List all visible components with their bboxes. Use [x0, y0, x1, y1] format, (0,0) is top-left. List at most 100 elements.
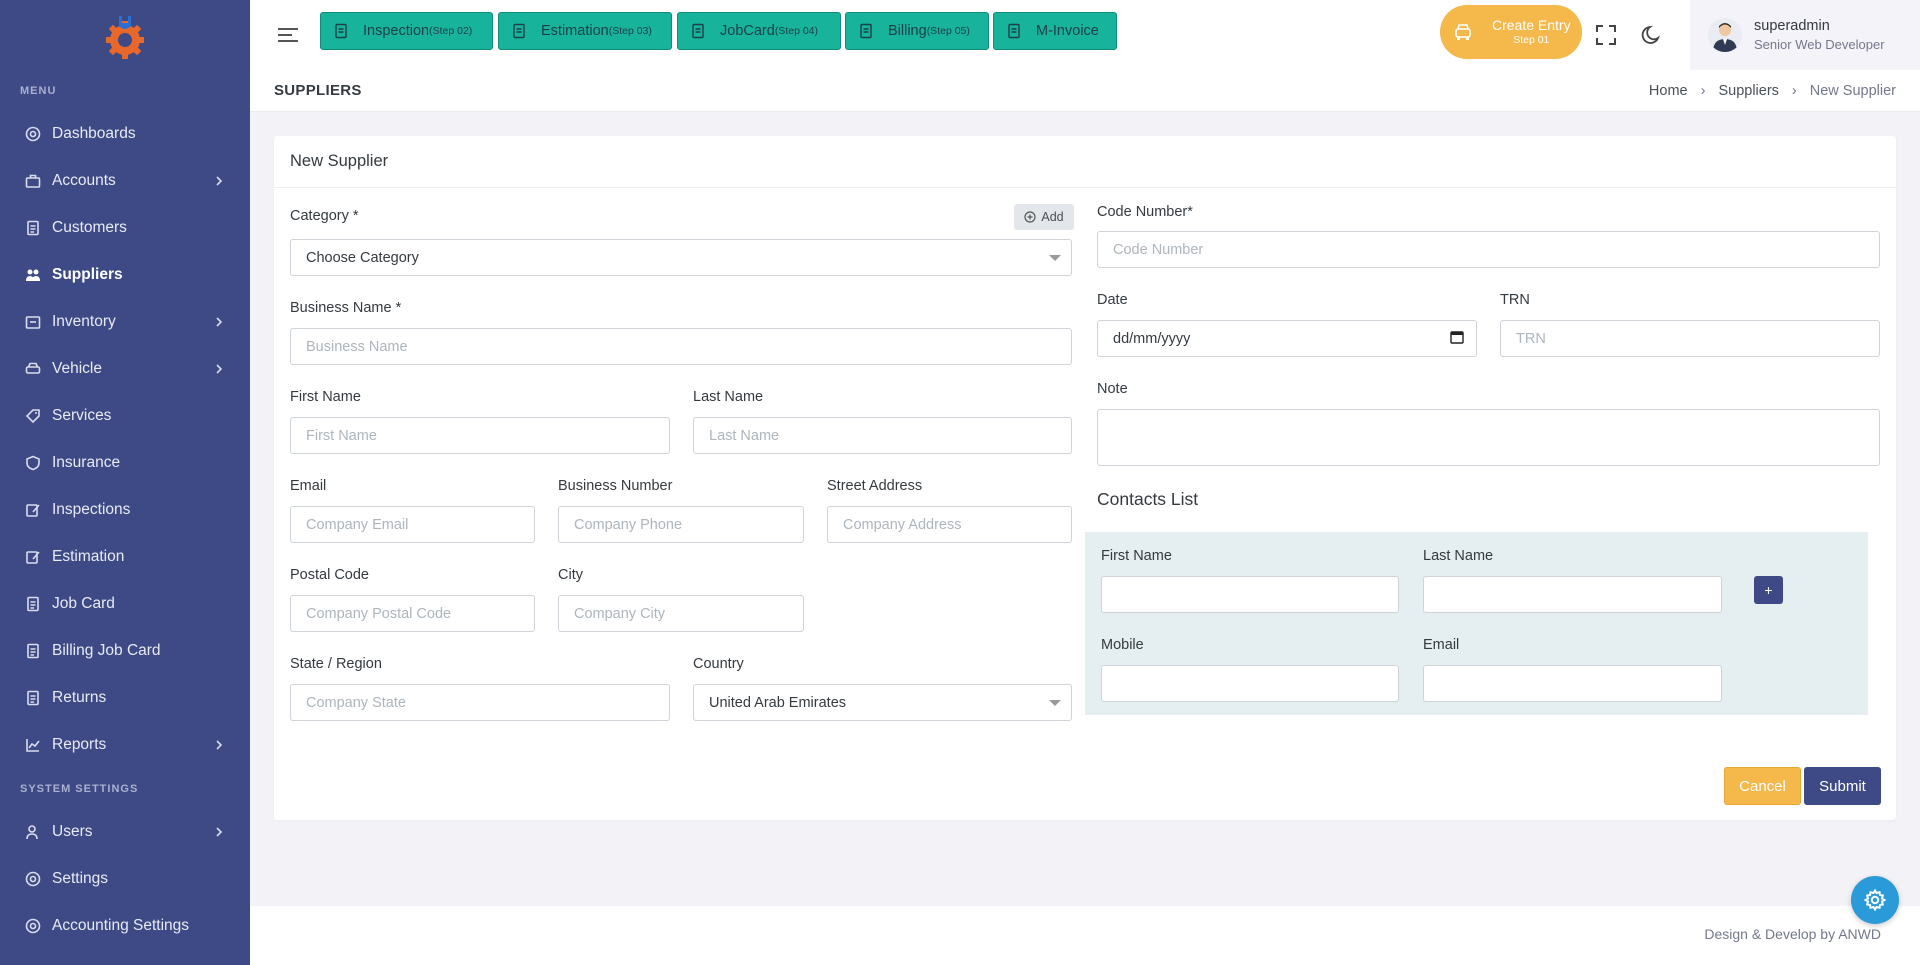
contact-first-name-input[interactable] [1101, 576, 1399, 613]
step-button-inspection[interactable]: Inspection (Step 02) [320, 12, 493, 50]
add-category-label: Add [1041, 210, 1064, 224]
breadcrumb-separator-icon: › [1700, 82, 1706, 99]
city-input[interactable]: Company City [558, 595, 804, 632]
note-label: Note [1097, 381, 1128, 397]
code-number-input[interactable]: Code Number [1097, 231, 1880, 268]
submit-button[interactable]: Submit [1804, 767, 1881, 805]
category-select[interactable]: Choose Category [290, 239, 1072, 276]
business-number-label: Business Number [558, 478, 673, 494]
menu-toggle-button[interactable] [276, 22, 302, 48]
sidebar-item-accounting-settings[interactable]: Accounting Settings [0, 902, 250, 949]
business-name-input[interactable]: Business Name [290, 328, 1072, 365]
step-button-label: M-Invoice [1036, 23, 1099, 39]
contact-email-input[interactable] [1423, 665, 1722, 702]
add-category-button[interactable]: Add [1014, 204, 1074, 230]
last-name-input[interactable]: Last Name [693, 417, 1072, 454]
sidebar-item-label: Settings [52, 869, 109, 887]
sidebar-item-vehicle[interactable]: Vehicle [0, 345, 250, 392]
trn-input[interactable]: TRN [1500, 320, 1880, 357]
code-number-label: Code Number* [1097, 204, 1193, 220]
contact-mobile-input[interactable] [1101, 665, 1399, 702]
tag-icon [24, 407, 42, 425]
shield-icon [24, 454, 42, 472]
postal-code-input[interactable]: Company Postal Code [290, 595, 535, 632]
sidebar-item-label: Vehicle [52, 359, 102, 377]
step-button-sub: (Step 03) [608, 25, 652, 37]
sidebar-item-label: Returns [52, 688, 107, 706]
hamburger-icon [278, 28, 298, 42]
step-button-billing[interactable]: Billing (Step 05) [845, 12, 989, 50]
sidebar-item-billing-job-card[interactable]: Billing Job Card [0, 627, 250, 674]
state-input[interactable]: Company State [290, 684, 670, 721]
sidebar-item-label: Customers [52, 218, 127, 236]
date-input-value: dd/mm/yyyy [1113, 330, 1191, 347]
settings-fab-button[interactable] [1851, 876, 1899, 924]
footer: Design & Develop by ANWD [250, 906, 1920, 965]
breadcrumb-current: New Supplier [1809, 82, 1896, 99]
dropdown-arrow-icon [1049, 700, 1061, 706]
step-button-sub: (Step 05) [926, 25, 970, 37]
create-entry-button[interactable]: Create Entry Step 01 [1440, 5, 1582, 59]
sidebar-item-job-card[interactable]: Job Card [0, 580, 250, 627]
sidebar-item-suppliers[interactable]: Suppliers [0, 251, 250, 298]
sidebar-item-customers[interactable]: Customers [0, 204, 250, 251]
email-label: Email [290, 478, 327, 494]
city-label: City [558, 567, 583, 583]
sidebar-item-inspections[interactable]: Inspections [0, 486, 250, 533]
step-button-label: JobCard [720, 23, 775, 39]
date-input[interactable]: dd/mm/yyyy [1097, 320, 1477, 357]
car-icon [24, 360, 42, 378]
breadcrumb-home[interactable]: Home [1649, 83, 1688, 99]
business-name-label: Business Name * [290, 300, 402, 316]
country-select-value: United Arab Emirates [709, 694, 847, 711]
breadcrumb-suppliers[interactable]: Suppliers [1718, 83, 1778, 99]
add-contact-button[interactable]: + [1754, 576, 1783, 604]
document-icon [24, 219, 42, 237]
note-textarea[interactable] [1097, 409, 1880, 466]
sidebar-item-label: Dashboards [52, 124, 136, 142]
user-role: Senior Web Developer [1754, 37, 1885, 52]
file-icon [24, 689, 42, 707]
sidebar-item-reports[interactable]: Reports [0, 721, 250, 768]
sidebar-item-label: Services [52, 406, 112, 424]
step-button-estimation[interactable]: Estimation (Step 03) [498, 12, 672, 50]
sidebar-item-estimation[interactable]: Estimation [0, 533, 250, 580]
step-button-m-invoice[interactable]: M-Invoice [993, 12, 1117, 50]
sidebar-item-accounts[interactable]: Accounts [0, 157, 250, 204]
calendar-icon[interactable] [1450, 330, 1464, 348]
last-name-label: Last Name [693, 389, 764, 405]
email-field[interactable]: Company Email [290, 506, 535, 543]
sidebar-item-label: Users [52, 822, 93, 840]
sidebar-item-insurance[interactable]: Insurance [0, 439, 250, 486]
contact-last-name-input[interactable] [1423, 576, 1722, 613]
fullscreen-icon[interactable] [1595, 24, 1617, 46]
cancel-button[interactable]: Cancel [1724, 767, 1801, 805]
user-dropdown[interactable]: superadmin Senior Web Developer [1690, 0, 1920, 70]
contacts-list-title: Contacts List [1097, 489, 1199, 509]
sidebar-item-label: Job Card [52, 594, 115, 612]
sidebar-item-settings[interactable]: Settings [0, 855, 250, 902]
plus-circle-icon [1024, 211, 1036, 223]
first-name-input[interactable]: First Name [290, 417, 670, 454]
sidebar-item-users[interactable]: Users [0, 808, 250, 855]
gear-icon [24, 870, 42, 888]
street-address-input[interactable]: Company Address [827, 506, 1072, 543]
step-button-sub: (Step 02) [429, 25, 473, 37]
sidebar-item-returns[interactable]: Returns [0, 674, 250, 721]
step-button-jobcard[interactable]: JobCard (Step 04) [677, 12, 841, 50]
sidebar-item-inventory[interactable]: Inventory [0, 298, 250, 345]
logo-gear-icon [106, 16, 144, 59]
business-number-input[interactable]: Company Phone [558, 506, 804, 543]
chevron-right-icon [212, 738, 226, 752]
user-name: superadmin [1754, 18, 1830, 34]
estimation-icon [24, 548, 42, 566]
sidebar-item-dashboards[interactable]: Dashboards [0, 110, 250, 157]
chart-icon [24, 736, 42, 754]
moon-icon[interactable] [1641, 24, 1663, 46]
country-select[interactable]: United Arab Emirates [693, 684, 1072, 721]
breadcrumb-separator-icon: › [1791, 82, 1797, 99]
logo[interactable] [0, 0, 250, 72]
card-title: New Supplier [274, 136, 1896, 188]
sidebar-item-services[interactable]: Services [0, 392, 250, 439]
street-address-label: Street Address [827, 478, 923, 494]
